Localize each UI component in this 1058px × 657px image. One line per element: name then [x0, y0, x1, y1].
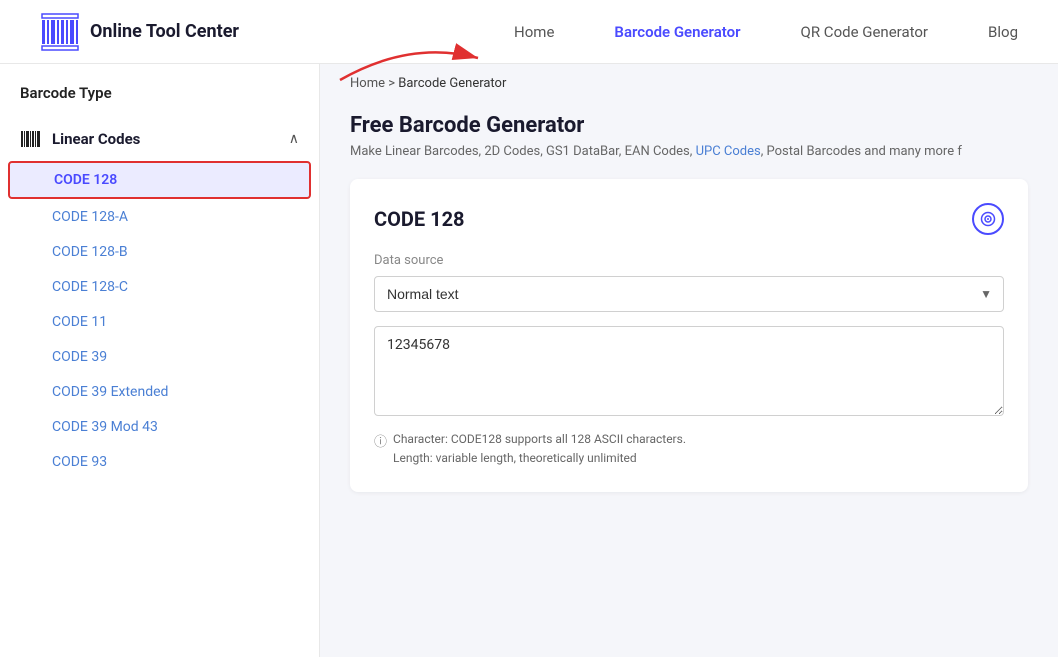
- main-nav: Home Barcode Generator QR Code Generator…: [514, 23, 1018, 41]
- sidebar-item-code11[interactable]: CODE 11: [8, 305, 311, 339]
- breadcrumb-separator: >: [388, 76, 395, 91]
- sidebar-item-code128[interactable]: CODE 128: [8, 161, 311, 199]
- main-content: Home > Barcode Generator Free Barcode Ge…: [320, 64, 1058, 657]
- nav-qr-generator[interactable]: QR Code Generator: [801, 23, 929, 41]
- generator-card: CODE 128 Data source Normal text CSV dat…: [350, 179, 1028, 492]
- breadcrumb-current: Barcode Generator: [398, 76, 506, 91]
- barcode-text-input[interactable]: 12345678: [374, 326, 1004, 416]
- sidebar-title: Barcode Type: [0, 84, 319, 118]
- logo-text: Online Tool Center: [90, 21, 239, 42]
- sidebar-item-code128a[interactable]: CODE 128-A: [8, 200, 311, 234]
- info-line2: Length: variable length, theoretically u…: [393, 451, 637, 465]
- datasource-select[interactable]: Normal text CSV data Database: [374, 276, 1004, 312]
- page-subtitle: Make Linear Barcodes, 2D Codes, GS1 Data…: [350, 144, 1028, 159]
- generator-header: CODE 128: [374, 203, 1004, 235]
- page-title: Free Barcode Generator: [350, 113, 1028, 138]
- datasource-label: Data source: [374, 253, 1004, 268]
- info-icon: ⓘ: [374, 431, 387, 450]
- sidebar: Barcode Type Linear Codes ∧ CODE 128 C: [0, 64, 320, 657]
- main-layout: Barcode Type Linear Codes ∧ CODE 128 C: [0, 64, 1058, 657]
- section-label: Linear Codes: [52, 130, 140, 148]
- barcode-section-icon: [20, 128, 42, 150]
- sidebar-item-code39mod43[interactable]: CODE 39 Mod 43: [8, 410, 311, 444]
- logo-area: Online Tool Center: [40, 12, 239, 52]
- target-icon: [980, 211, 996, 227]
- sidebar-item-code93[interactable]: CODE 93: [8, 445, 311, 479]
- nav-barcode-generator[interactable]: Barcode Generator: [614, 23, 740, 41]
- nav-blog[interactable]: Blog: [988, 23, 1018, 41]
- info-line1: Character: CODE128 supports all 128 ASCI…: [393, 432, 686, 446]
- datasource-select-wrapper: Normal text CSV data Database ▼: [374, 276, 1004, 312]
- breadcrumb-home[interactable]: Home: [350, 76, 385, 91]
- sidebar-item-code39[interactable]: CODE 39: [8, 340, 311, 374]
- info-text: ⓘ Character: CODE128 supports all 128 AS…: [374, 430, 1004, 468]
- logo-icon: [40, 12, 80, 52]
- header: Online Tool Center Home Barcode Generato…: [0, 0, 1058, 64]
- nav-home[interactable]: Home: [514, 23, 554, 41]
- settings-icon[interactable]: [972, 203, 1004, 235]
- linear-codes-section[interactable]: Linear Codes ∧: [0, 118, 319, 160]
- content-area: Free Barcode Generator Make Linear Barco…: [320, 103, 1058, 522]
- chevron-up-icon: ∧: [289, 131, 299, 147]
- breadcrumb: Home > Barcode Generator: [320, 64, 1058, 103]
- sidebar-item-code128b[interactable]: CODE 128-B: [8, 235, 311, 269]
- upc-link[interactable]: UPC Codes: [696, 144, 761, 159]
- generator-title: CODE 128: [374, 207, 465, 231]
- sidebar-item-code128c[interactable]: CODE 128-C: [8, 270, 311, 304]
- sidebar-item-code39ext[interactable]: CODE 39 Extended: [8, 375, 311, 409]
